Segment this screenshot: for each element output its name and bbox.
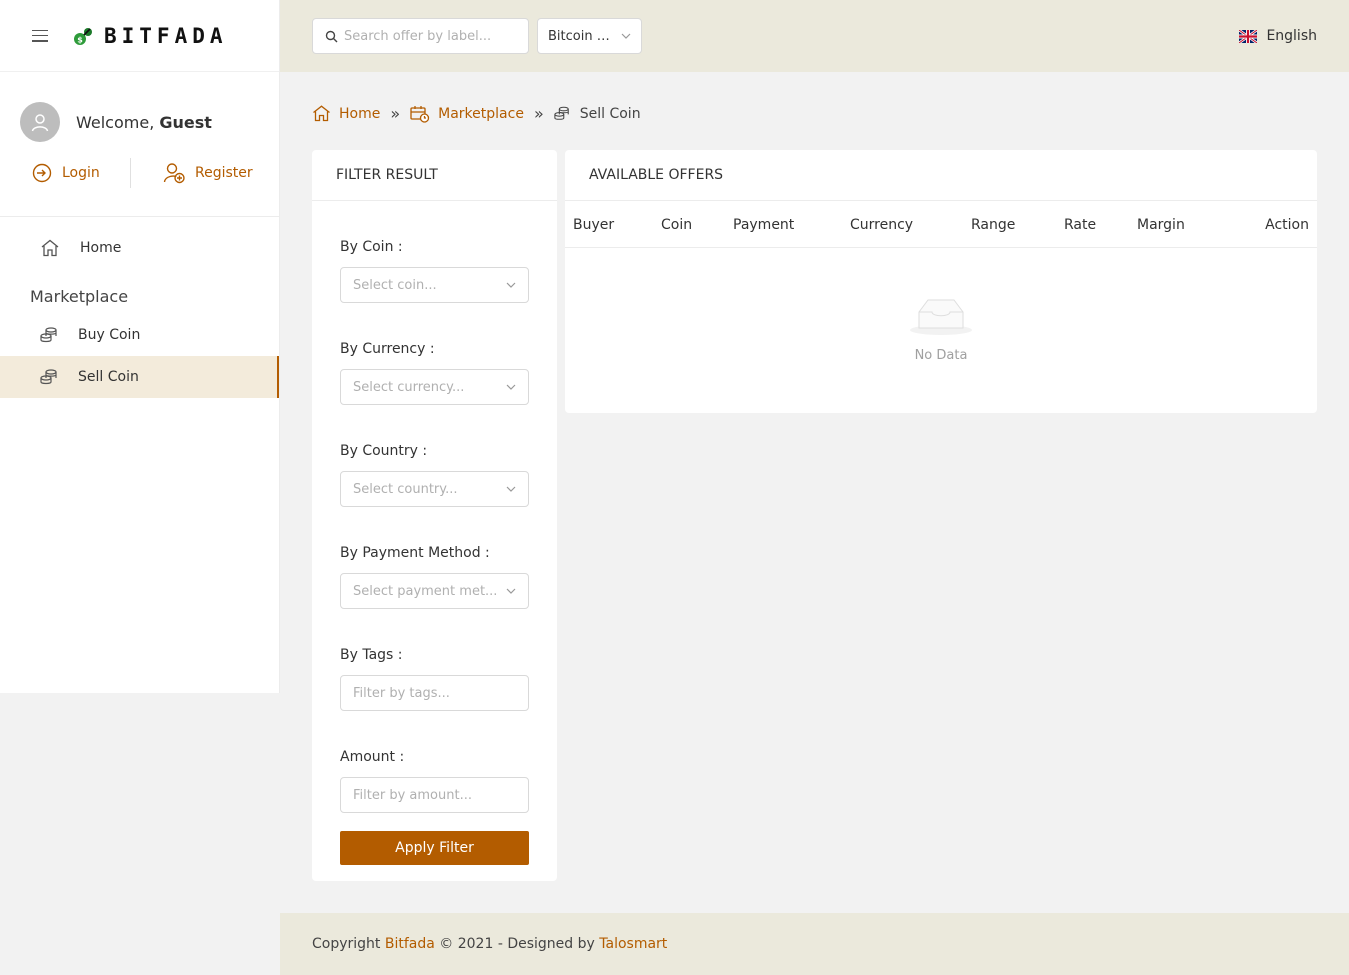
- welcome-text: Welcome, Guest: [76, 113, 212, 132]
- chevron-down-icon: [506, 588, 516, 594]
- breadcrumb-separator: »: [390, 104, 401, 123]
- brand-name: BITFADA: [104, 23, 228, 48]
- coin-filter-placeholder: Select coin...: [353, 277, 437, 293]
- logo-bar: $ BITFADA: [0, 0, 279, 72]
- welcome-label: Welcome,: [76, 112, 155, 132]
- register-label: Register: [195, 165, 253, 181]
- sidebar-item-label: Buy Coin: [78, 327, 141, 343]
- user-name: Guest: [159, 112, 212, 132]
- apply-filter-button[interactable]: Apply Filter: [340, 831, 529, 865]
- coin-select[interactable]: Bitcoin C...: [537, 18, 642, 54]
- payment-filter-label: By Payment Method :: [340, 545, 490, 561]
- home-icon: [41, 239, 59, 257]
- login-label: Login: [62, 165, 100, 181]
- nav-group-title: Marketplace: [30, 287, 129, 306]
- footer-copyright-label: Copyright: [312, 936, 381, 952]
- column-header-rate: Rate: [1064, 216, 1097, 233]
- coin-select-value: Bitcoin C...: [548, 28, 618, 44]
- offers-panel: AVAILABLE OFFERS Buyer Coin Payment Curr…: [565, 150, 1317, 413]
- footer-designer-link[interactable]: Talosmart: [599, 936, 667, 952]
- sidebar-item-label: Home: [80, 240, 122, 256]
- chevron-down-icon: [506, 486, 516, 492]
- empty-state-text: No Data: [914, 348, 968, 363]
- footer-brand-link[interactable]: Bitfada: [385, 936, 435, 952]
- coins-icon: [40, 327, 57, 343]
- add-user-icon: [163, 163, 185, 184]
- footer: Copyright Bitfada © 2021 - Designed by T…: [280, 913, 1349, 975]
- column-header-payment: Payment: [733, 216, 795, 233]
- sidebar: $ BITFADA Welcome, Guest Login Register …: [0, 0, 280, 693]
- register-button[interactable]: Register: [131, 162, 253, 184]
- menu-toggle-icon[interactable]: [32, 29, 48, 42]
- column-header-margin: Margin: [1137, 216, 1185, 233]
- language-selector[interactable]: English: [1239, 0, 1317, 72]
- search-icon: [325, 30, 338, 42]
- login-button[interactable]: Login: [20, 163, 130, 183]
- country-filter-placeholder: Select country...: [353, 481, 458, 497]
- breadcrumb-home[interactable]: Home: [312, 105, 380, 122]
- breadcrumb-marketplace[interactable]: Marketplace: [410, 105, 524, 123]
- shop-icon: [410, 105, 430, 123]
- sidebar-item-label: Sell Coin: [78, 369, 139, 385]
- coins-icon: [40, 369, 57, 385]
- filter-panel: FILTER RESULT By Coin : Select coin... B…: [312, 150, 557, 881]
- column-header-range: Range: [971, 216, 1016, 233]
- coin-filter-label: By Coin :: [340, 239, 403, 255]
- search-box: [312, 18, 529, 54]
- column-header-action: Action: [1265, 216, 1309, 233]
- breadcrumb-home-label: Home: [339, 105, 381, 122]
- currency-filter-placeholder: Select currency...: [353, 379, 465, 395]
- coins-icon: [554, 106, 569, 120]
- currency-filter-label: By Currency :: [340, 341, 435, 357]
- country-filter-select[interactable]: Select country...: [340, 471, 529, 507]
- breadcrumb-current-label: Sell Coin: [579, 105, 641, 122]
- column-header-coin: Coin: [661, 216, 693, 233]
- breadcrumb-marketplace-label: Marketplace: [438, 105, 524, 122]
- user-icon: [31, 114, 49, 132]
- sidebar-item-sell-coin[interactable]: Sell Coin: [0, 356, 279, 398]
- sidebar-item-buy-coin[interactable]: Buy Coin: [0, 314, 279, 356]
- login-icon: [32, 163, 52, 183]
- column-header-currency: Currency: [850, 216, 914, 233]
- payment-filter-select[interactable]: Select payment met...: [340, 573, 529, 609]
- country-filter-label: By Country :: [340, 443, 428, 459]
- payment-filter-placeholder: Select payment met...: [353, 583, 498, 599]
- filter-panel-title: FILTER RESULT: [312, 150, 557, 201]
- uk-flag-icon: [1239, 29, 1258, 43]
- amount-filter-label: Amount :: [340, 749, 405, 765]
- chevron-down-icon: [506, 384, 516, 390]
- empty-inbox-icon: [910, 299, 972, 335]
- brand-logo-icon: $: [74, 27, 92, 45]
- search-input[interactable]: [344, 28, 514, 44]
- footer-designed-by: © 2021 - Designed by: [439, 936, 595, 952]
- sidebar-nav: Home Marketplace Buy Coin Sell Coin: [0, 217, 279, 398]
- offers-panel-title: AVAILABLE OFFERS: [565, 150, 1317, 201]
- amount-filter-input[interactable]: [340, 777, 529, 813]
- chevron-down-icon: [506, 282, 516, 288]
- currency-filter-select[interactable]: Select currency...: [340, 369, 529, 405]
- user-block: Welcome, Guest Login Register: [0, 72, 279, 217]
- chevron-down-icon: [621, 33, 631, 39]
- breadcrumb-current: Sell Coin: [554, 106, 641, 122]
- offers-table-header: Buyer Coin Payment Currency Range Rate M…: [565, 201, 1317, 248]
- coin-filter-select[interactable]: Select coin...: [340, 267, 529, 303]
- empty-state: No Data: [565, 248, 1317, 363]
- home-icon: [313, 105, 330, 122]
- topbar: Bitcoin C... English: [280, 0, 1349, 72]
- sidebar-item-home[interactable]: Home: [0, 227, 279, 269]
- tags-filter-input[interactable]: [340, 675, 529, 711]
- breadcrumb-separator: »: [533, 104, 544, 123]
- language-label: English: [1266, 28, 1317, 44]
- tags-filter-label: By Tags :: [340, 647, 403, 663]
- breadcrumb: Home » Marketplace » Sell Coin: [312, 104, 641, 123]
- svg-text:$: $: [77, 35, 83, 44]
- column-header-buyer: Buyer: [573, 216, 615, 233]
- avatar: [20, 102, 60, 142]
